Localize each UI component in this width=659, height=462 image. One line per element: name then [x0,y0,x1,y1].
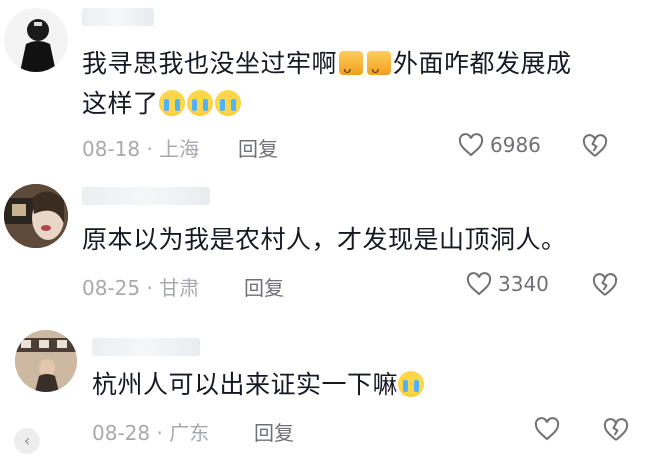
comment-location: 上海 [159,137,200,161]
reply-button[interactable]: 回复 [238,133,278,162]
username[interactable] [92,338,200,356]
dislike-button[interactable] [603,418,629,442]
broken-heart-icon [592,273,618,296]
like-button[interactable]: 6986 [458,133,541,157]
comment-text: 原本以为我是农村人，才发现是山顶洞人。 [82,225,567,254]
comment-date: 08-28 [92,421,151,445]
like-button[interactable] [534,417,566,441]
avatar[interactable] [15,330,77,392]
collapse-arrow-icon[interactable]: ‹ [14,428,40,454]
crying-emoji-icon [214,90,241,116]
avatar[interactable] [4,184,68,248]
meta-separator: · [146,276,153,300]
comment-text-line2: 这样了 [82,86,243,122]
reply-button[interactable]: 回复 [254,417,294,446]
comment-meta: 08-25 · 甘肃 [82,272,199,301]
dislike-button[interactable] [582,134,608,158]
dislike-button[interactable] [592,273,618,297]
crying-emoji-icon [158,90,185,116]
heart-icon [466,272,492,296]
avatar[interactable] [4,8,68,72]
comment-meta: 08-28 · 广东 [92,417,209,446]
like-button[interactable]: 3340 [466,272,549,296]
comment-meta: 08-18 · 上海 [82,133,199,162]
comment-date: 08-18 [82,137,141,161]
meta-separator: · [146,137,153,161]
like-count: 6986 [490,133,541,157]
like-count: 3340 [498,272,549,296]
crying-emoji-icon [398,371,425,397]
heart-icon [534,417,560,441]
crying-emoji-icon [186,90,213,116]
comment-text: 我寻思我也没坐过牢啊外面咋都发展成 [82,46,572,87]
broken-heart-icon [582,134,608,157]
comment-date: 08-25 [82,276,141,300]
cat-emoji-icon [339,51,364,87]
comment-text: 杭州人可以出来证实一下嘛 [92,367,426,403]
meta-separator: · [156,421,163,445]
username[interactable] [82,8,154,26]
reply-button[interactable]: 回复 [244,272,284,301]
broken-heart-icon [603,418,629,441]
heart-icon [458,133,484,157]
comment-location: 广东 [169,421,210,445]
username[interactable] [82,187,210,205]
cat-emoji-icon [367,51,392,87]
comment-location: 甘肃 [159,276,200,300]
